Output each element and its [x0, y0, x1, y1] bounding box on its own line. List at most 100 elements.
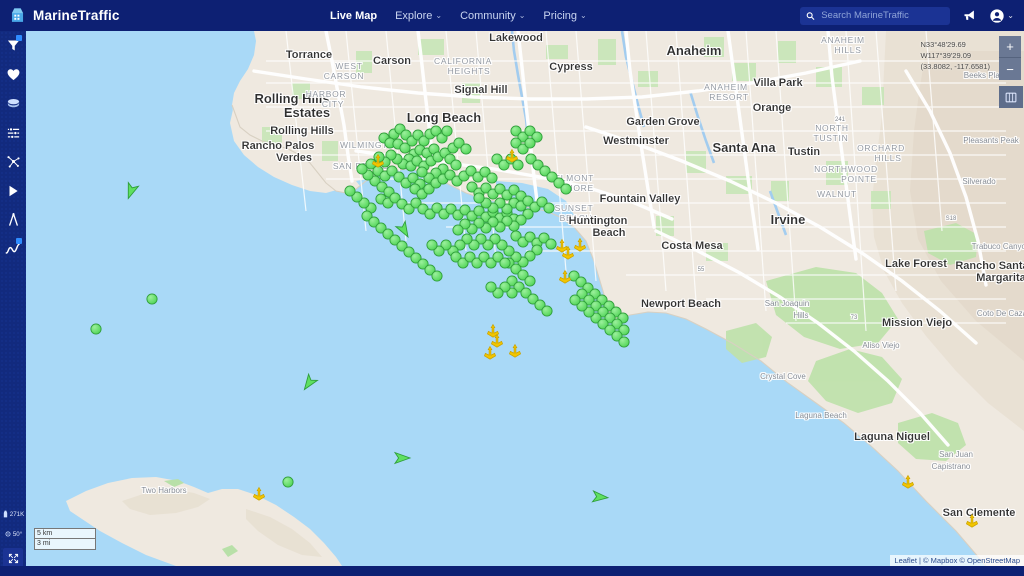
sidebar-item-measure[interactable] [0, 205, 26, 234]
account-menu[interactable]: ⌄ [989, 8, 1014, 24]
sliders-icon [7, 127, 19, 139]
vessel-marker-circle[interactable] [450, 159, 462, 171]
map-canvas[interactable]: Torrance Carson Lakewood Anaheim Cypress Vill… [26, 31, 1024, 566]
heart-icon [7, 69, 19, 81]
map-label: Long Beach [407, 110, 481, 125]
map-label: Trabuco Canyon [972, 242, 1024, 251]
main-menu: Live Map Explore ⌄ Community ⌄ Pricing ⌄ [330, 10, 587, 22]
vessel-marker-circle[interactable] [560, 183, 572, 195]
statistics-badge [16, 238, 22, 244]
sidebar-item-routes[interactable] [0, 147, 26, 176]
top-navigation-bar: MarineTraffic Live Map Explore ⌄ Communi… [0, 0, 1024, 31]
chevron-down-icon: ⌄ [1007, 11, 1014, 20]
vessel-marker-circle[interactable] [441, 125, 453, 137]
vessel-marker-circle[interactable] [452, 224, 464, 236]
sidebar-item-layers[interactable] [0, 89, 26, 118]
vessel-marker-circle[interactable] [356, 163, 368, 175]
map-label: Rancho Santa [955, 260, 1024, 272]
vessel-marker-circle[interactable] [543, 202, 555, 214]
vessel-marker-circle[interactable] [512, 159, 524, 171]
map-layers-button[interactable] [999, 86, 1023, 108]
sidebar-item-filter[interactable] [0, 31, 26, 60]
map-label: Hills [793, 311, 808, 320]
vessel-marker-circle[interactable] [146, 293, 158, 305]
map-label: Laguna Niguel [854, 431, 930, 443]
sidebar-item-playback[interactable] [0, 176, 26, 205]
map-label: WALNUT [817, 189, 857, 199]
map-label: Pleasants Peak [963, 136, 1020, 145]
map-layers-icon [1005, 92, 1017, 102]
announcement-button[interactable] [962, 8, 977, 23]
vessel-marker-circle[interactable] [499, 257, 511, 269]
vessel-marker-circle[interactable] [545, 238, 557, 250]
temperature-label: 50° [12, 530, 23, 538]
nav-item-community[interactable]: Community ⌄ [460, 10, 525, 22]
sidebar-item-statistics[interactable] [0, 234, 26, 263]
map-label: Carson [373, 55, 411, 67]
vessel-marker-circle[interactable] [473, 192, 485, 204]
map-label: Rancho Palos [242, 140, 315, 152]
map-label: Irvine [771, 212, 806, 227]
vessel-marker-circle[interactable] [426, 239, 438, 251]
ship-icon [3, 510, 7, 517]
search-box[interactable] [800, 6, 951, 25]
map-label: Westminster [603, 135, 670, 147]
vessel-marker-circle[interactable] [460, 143, 472, 155]
coordinate-readout: N33°48'29.69 W117°39'29.09 (33.8082, -11… [921, 39, 991, 72]
vessel-marker-circle[interactable] [485, 281, 497, 293]
vessel-marker-circle[interactable] [486, 172, 498, 184]
live-map[interactable]: Torrance Carson Lakewood Anaheim Cypress Vill… [26, 31, 1024, 566]
coord-decimal: (33.8082, -117.6581) [920, 62, 991, 71]
vessel-marker-circle[interactable] [618, 336, 630, 348]
vessel-count-label: 271K [9, 510, 25, 518]
vessel-marker-circle[interactable] [344, 185, 356, 197]
marinetraffic-app: MarineTraffic Live Map Explore ⌄ Communi… [0, 0, 1024, 576]
map-label: Santa Ana [712, 140, 776, 155]
expand-icon [8, 553, 18, 563]
map-label: San Joaquin [765, 299, 809, 308]
play-icon [9, 185, 18, 196]
map-label: Anaheim [667, 43, 722, 58]
vessel-count-widget[interactable]: 271K [0, 504, 26, 524]
map-attribution[interactable]: Leaflet | © Mapbox © OpenStreetMap [890, 555, 1024, 566]
vessel-marker-circle[interactable] [541, 305, 553, 317]
map-label: Coto De Caza [977, 309, 1024, 318]
vessel-marker-circle[interactable] [90, 323, 102, 335]
vessel-marker-circle[interactable] [569, 294, 581, 306]
fullscreen-button[interactable] [3, 548, 23, 568]
brand-logo-area[interactable]: MarineTraffic [0, 6, 230, 25]
layers-icon [7, 99, 19, 108]
vessel-marker-circle[interactable] [524, 137, 536, 149]
map-label: HARBOR [306, 89, 347, 99]
scale-bar: 5 km 3 mi [34, 528, 96, 550]
vessel-marker-circle[interactable] [524, 275, 536, 287]
zoom-in-button[interactable]: + [999, 36, 1021, 58]
coord-dms-lon: W117°39'29.09 [920, 51, 972, 60]
bottom-strip [0, 566, 1024, 576]
zoom-out-button[interactable]: − [999, 58, 1021, 80]
map-label: Laguna Beach [795, 411, 847, 420]
map-label: Lakewood [489, 32, 543, 44]
map-label: HILLS [874, 153, 901, 163]
map-label: Verdes [276, 152, 312, 164]
map-label: ANAHEIM [704, 82, 748, 92]
chevron-down-icon: ⌄ [518, 11, 526, 20]
vessel-marker-circle[interactable] [416, 166, 428, 178]
map-label: POINTE [841, 174, 877, 184]
vessel-marker-circle[interactable] [431, 270, 443, 282]
vessel-marker-circle[interactable] [282, 476, 294, 488]
nav-item-pricing[interactable]: Pricing ⌄ [543, 10, 586, 22]
map-label: San Juan [939, 450, 973, 459]
temperature-widget[interactable]: 50° [0, 524, 26, 544]
coord-dms-lat: N33°48'29.69 [920, 40, 966, 49]
map-label: Cypress [549, 61, 592, 73]
megaphone-icon [964, 10, 975, 20]
nav-label-live-map: Live Map [330, 9, 378, 22]
sidebar-item-favorites[interactable] [0, 60, 26, 89]
nav-item-live-map[interactable]: Live Map [330, 10, 377, 22]
map-label: Crystal Cove [760, 372, 806, 381]
map-label: Beach [592, 227, 625, 239]
search-input[interactable] [821, 10, 945, 21]
sidebar-item-settings[interactable] [0, 118, 26, 147]
nav-item-explore[interactable]: Explore ⌄ [395, 10, 442, 22]
